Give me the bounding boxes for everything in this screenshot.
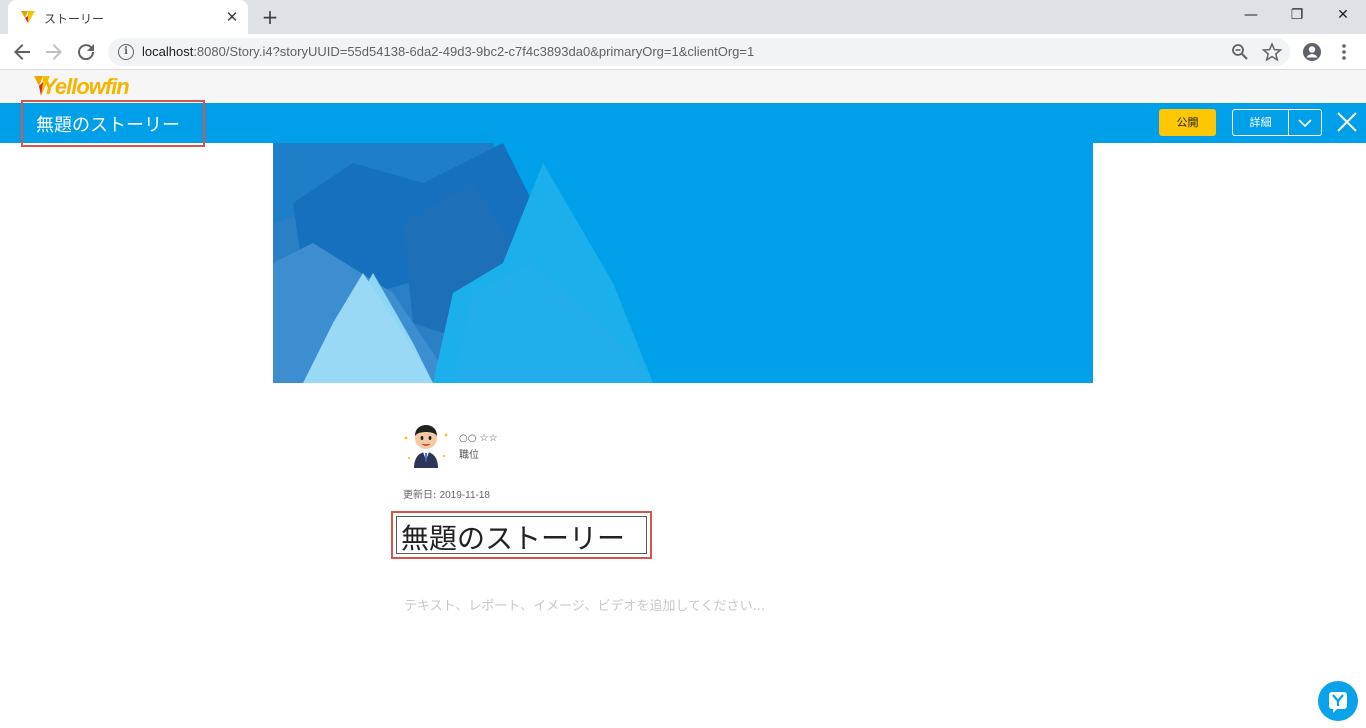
browser-tab-strip: ストーリー ✕ + — ❐ ✕ xyxy=(0,0,1366,34)
minimize-button[interactable]: — xyxy=(1228,0,1274,30)
chevron-down-icon[interactable] xyxy=(1289,110,1321,135)
yellowfin-logo[interactable]: Yellowfin xyxy=(42,74,130,100)
story-banner-image[interactable] xyxy=(273,143,1093,383)
menu-dots-icon[interactable] xyxy=(1332,40,1356,64)
detail-button[interactable]: 詳細 xyxy=(1233,110,1289,135)
forward-arrow-icon[interactable] xyxy=(42,40,66,64)
close-icon[interactable] xyxy=(1334,109,1360,135)
author-name: ○○ ☆☆ xyxy=(459,433,498,444)
author-role: 職位 xyxy=(459,450,479,461)
detail-button-group: 詳細 xyxy=(1232,109,1322,136)
window-close-button[interactable]: ✕ xyxy=(1320,0,1366,30)
restore-button[interactable]: ❐ xyxy=(1274,0,1320,30)
tab-title: ストーリー xyxy=(44,12,105,26)
browser-tab[interactable]: ストーリー ✕ xyxy=(8,0,248,34)
url-text: localhost:8080/Story.i4?storyUUID=55d541… xyxy=(142,44,755,59)
browser-toolbar: i localhost:8080/Story.i4?storyUUID=55d5… xyxy=(0,34,1366,70)
story-body-placeholder[interactable]: テキスト、レポート、イメージ、ビデオを追加してください... xyxy=(404,595,765,614)
story-header-bar: 無題のストーリー 公開 詳細 xyxy=(0,100,1366,147)
account-icon[interactable] xyxy=(1300,40,1324,64)
star-icon[interactable] xyxy=(1261,42,1283,62)
yellowfin-favicon xyxy=(21,11,35,23)
story-header-title[interactable]: 無題のストーリー xyxy=(36,111,180,137)
updated-date: 更新日: 2019-11-18 xyxy=(403,490,490,501)
app-logo-bar: Yellowfin xyxy=(0,70,1366,103)
reload-icon[interactable] xyxy=(74,40,98,64)
help-chat-icon[interactable] xyxy=(1318,681,1358,721)
info-icon[interactable]: i xyxy=(118,44,134,60)
story-title[interactable]: 無題のストーリー xyxy=(401,517,625,557)
back-arrow-icon[interactable] xyxy=(10,40,34,64)
address-bar[interactable]: i localhost:8080/Story.i4?storyUUID=55d5… xyxy=(108,38,1290,66)
tab-close-icon[interactable]: ✕ xyxy=(224,9,240,25)
avatar[interactable] xyxy=(402,420,450,468)
new-tab-button[interactable]: + xyxy=(258,6,282,28)
zoom-out-icon[interactable] xyxy=(1230,42,1250,62)
publish-button[interactable]: 公開 xyxy=(1159,109,1216,136)
